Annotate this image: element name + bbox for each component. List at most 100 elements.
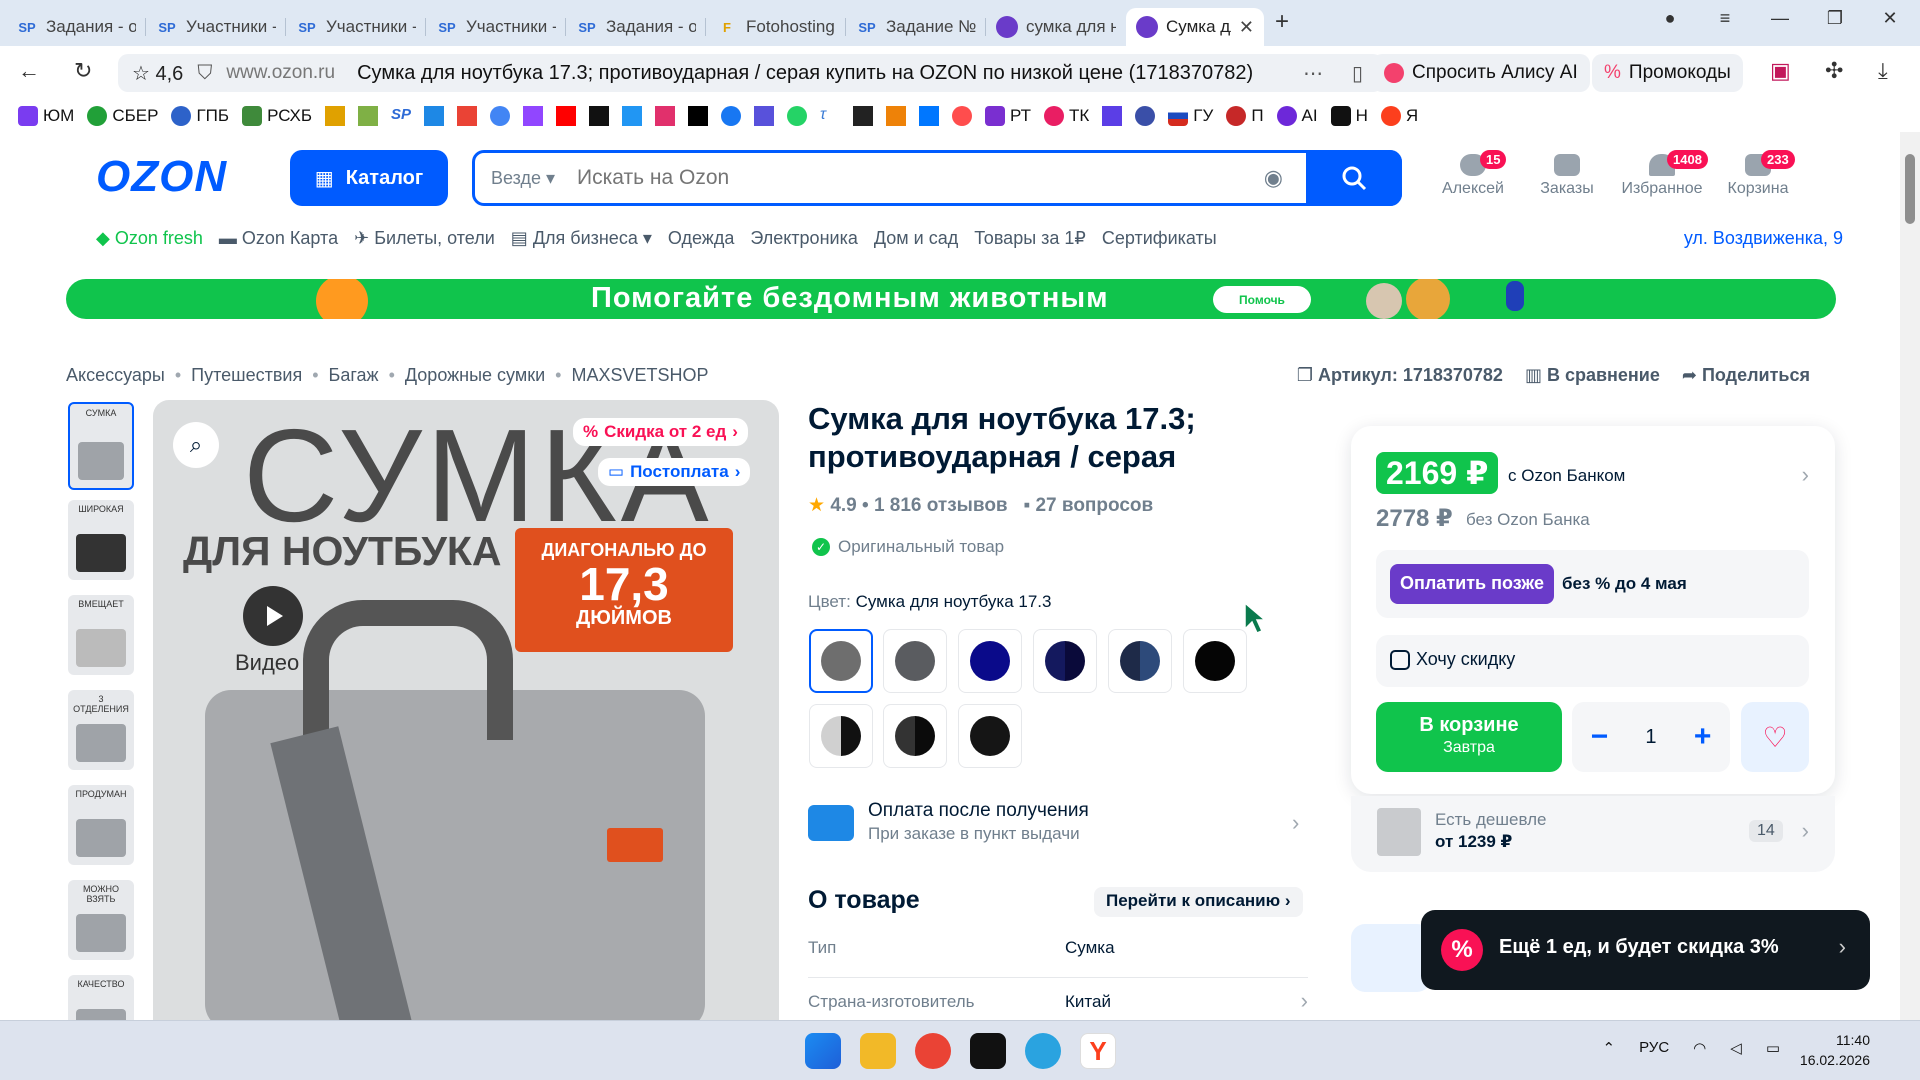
breadcrumb-item[interactable]: MAXSVETSHOP	[571, 365, 708, 386]
h-app-icon[interactable]	[970, 1033, 1006, 1069]
start-icon[interactable]	[805, 1033, 841, 1069]
bookmark-item[interactable]: ГПБ	[171, 106, 229, 126]
ozon-logo[interactable]: OZON	[96, 152, 227, 202]
banner-help-button[interactable]: Помочь	[1213, 286, 1311, 313]
chevron-right-icon[interactable]: ›	[1301, 988, 1308, 1014]
subnav-ozon-fresh[interactable]: ◆ Ozon fresh	[96, 228, 203, 249]
in-cart-button[interactable]: В корзине Завтра	[1376, 702, 1562, 772]
cart-link[interactable]: 233 Корзина	[1713, 150, 1803, 198]
bookmark-item[interactable]: ЮМ	[18, 106, 74, 126]
extensions-icon[interactable]: ✣	[1825, 58, 1843, 84]
more-icon[interactable]: ⋯	[1303, 61, 1323, 86]
whatsapp-icon[interactable]	[787, 106, 808, 126]
color-swatch[interactable]	[883, 704, 947, 768]
t-icon[interactable]: τ	[820, 106, 840, 126]
download-icon[interactable]: ⤓	[1878, 58, 1888, 84]
catalog-button[interactable]: ▦ Каталог	[290, 150, 448, 206]
bookmark-icon[interactable]: ▯	[1352, 61, 1363, 86]
color-swatch[interactable]	[809, 704, 873, 768]
subnav-tickets[interactable]: ✈ Билеты, отели	[354, 228, 495, 249]
delivery-address-link[interactable]: ул. Воздвиженка, 9	[1684, 228, 1843, 249]
discount-toast[interactable]: % Ещё 1 ед, и будет скидка 3% ›	[1421, 910, 1870, 990]
color-swatch[interactable]	[883, 629, 947, 693]
color-swatch[interactable]	[958, 629, 1022, 693]
profile-link[interactable]: 15 Алексей	[1428, 150, 1518, 198]
volume-icon[interactable]: ◁	[1730, 1039, 1742, 1057]
gmail-icon[interactable]	[457, 106, 478, 126]
bookmark-item[interactable]: ГУ	[1168, 106, 1213, 126]
bulk-discount-chip[interactable]: % Скидка от 2 ед ›	[573, 418, 748, 446]
subnav-electronics[interactable]: Электроника	[750, 228, 857, 249]
hidden-action-block[interactable]	[1351, 924, 1431, 992]
video-label[interactable]: Видео	[235, 650, 299, 676]
postpay-chip[interactable]: ▭ Постоплата ›	[598, 458, 751, 486]
profile-icon[interactable]: ●	[1650, 8, 1690, 29]
color-swatch[interactable]	[1183, 629, 1247, 693]
emblem-icon[interactable]	[1135, 106, 1156, 126]
youtube-icon[interactable]	[556, 106, 577, 126]
subnav-clothes[interactable]: Одежда	[668, 228, 734, 249]
bookmark-item[interactable]: РСХБ	[242, 106, 312, 126]
facebook-icon[interactable]	[721, 106, 742, 126]
instagram-icon[interactable]	[655, 106, 676, 126]
plus-icon[interactable]: +	[1694, 720, 1712, 754]
bookmark-item[interactable]: Я	[1380, 106, 1418, 126]
scrollbar-thumb[interactable]	[1905, 154, 1915, 224]
tab-1[interactable]: SPЗадания - общ	[6, 8, 146, 46]
subnav-home-garden[interactable]: Дом и сад	[874, 228, 958, 249]
breadcrumb-item[interactable]: Аксессуары	[66, 365, 165, 386]
chevron-right-icon[interactable]: ›	[1802, 462, 1809, 488]
bookmark-item[interactable]: РТ	[985, 106, 1031, 126]
tab-2[interactable]: SPУчастники - пр	[146, 8, 286, 46]
cloud-icon[interactable]	[622, 106, 643, 126]
pay-later-button[interactable]: Оплатить позже	[1390, 564, 1554, 604]
close-tab-icon[interactable]: ✕	[1239, 17, 1254, 38]
go-to-description-link[interactable]: Перейти к описанию ›	[1094, 887, 1303, 917]
color-swatch[interactable]	[1033, 629, 1097, 693]
site-rating[interactable]: ☆ 4,6	[132, 61, 183, 86]
bookmark-item[interactable]: ТК	[1044, 106, 1089, 126]
subnav-business[interactable]: ▤ Для бизнеса ▾	[511, 228, 652, 249]
product-main-image[interactable]: СУМКА ДЛЯ НОУТБУКА ДИАГОНАЛЬЮ ДО 17,3 ДЮ…	[153, 400, 779, 1020]
bookmark-item[interactable]: AI	[1276, 106, 1318, 126]
language-indicator[interactable]: РУС	[1639, 1039, 1669, 1057]
add-to-favorites-button[interactable]: ♡	[1741, 702, 1809, 772]
gallery-thumb[interactable]: КАЧЕСТВО	[68, 975, 134, 1020]
chevron-up-icon[interactable]: ⌃	[1603, 1039, 1616, 1057]
compare-button[interactable]: ▥ В сравнение	[1525, 365, 1660, 386]
want-discount-button[interactable]: Хочу скидку	[1376, 635, 1809, 687]
cheaper-offers[interactable]: Есть дешевле от 1239 ₽ 14 ›	[1351, 796, 1835, 872]
search-button[interactable]	[1306, 150, 1402, 206]
page-scrollbar[interactable]	[1900, 132, 1920, 1020]
close-window-icon[interactable]: ✕	[1870, 8, 1910, 29]
tab-4[interactable]: SPУчастники - пр	[426, 8, 566, 46]
breadcrumb-item[interactable]: Багаж	[329, 365, 379, 386]
color-swatch[interactable]	[809, 629, 873, 693]
breadcrumb-item[interactable]: Дорожные сумки	[405, 365, 545, 386]
back-icon[interactable]: ←	[18, 58, 40, 84]
breadcrumb-item[interactable]: Путешествия	[191, 365, 302, 386]
yandex-browser-icon[interactable]: Y	[1080, 1033, 1116, 1069]
gallery-icon[interactable]: ▣	[1770, 58, 1791, 84]
gallery-thumb[interactable]: ШИРОКАЯ	[68, 500, 134, 580]
explorer-icon[interactable]	[860, 1033, 896, 1069]
record-icon[interactable]	[952, 106, 973, 126]
wifi-icon[interactable]: ◠	[1693, 1039, 1706, 1057]
reload-icon[interactable]: ↻	[74, 58, 92, 84]
fotohosting-icon[interactable]	[325, 106, 346, 126]
promocodes-button[interactable]: % Промокоды	[1592, 54, 1743, 92]
ask-alice-button[interactable]: Спросить Алису AI	[1372, 54, 1590, 92]
product-rating[interactable]: ★ 4.9 • 1 816 отзывов ▪ 27 вопросов	[808, 494, 1153, 517]
gallery-thumb[interactable]: МОЖНО ВЗЯТЬ	[68, 880, 134, 960]
questions-link[interactable]: 27 вопросов	[1035, 495, 1153, 516]
minus-icon[interactable]: −	[1591, 720, 1609, 754]
tab-6[interactable]: FFotohosting.Pr	[706, 8, 846, 46]
gallery-thumb[interactable]: ВМЕЩАЕТ	[68, 595, 134, 675]
bookmark-item[interactable]: СБЕР	[87, 106, 158, 126]
tab-8[interactable]: сумка для ноут	[986, 8, 1126, 46]
menu-icon[interactable]: ≡	[1705, 8, 1745, 29]
camera-icon[interactable]: ◉	[1264, 165, 1283, 191]
tab-active[interactable]: Сумка для н✕	[1126, 8, 1264, 46]
mail-icon[interactable]	[424, 106, 445, 126]
clock[interactable]: 11:40 16.02.2026	[1800, 1030, 1870, 1070]
